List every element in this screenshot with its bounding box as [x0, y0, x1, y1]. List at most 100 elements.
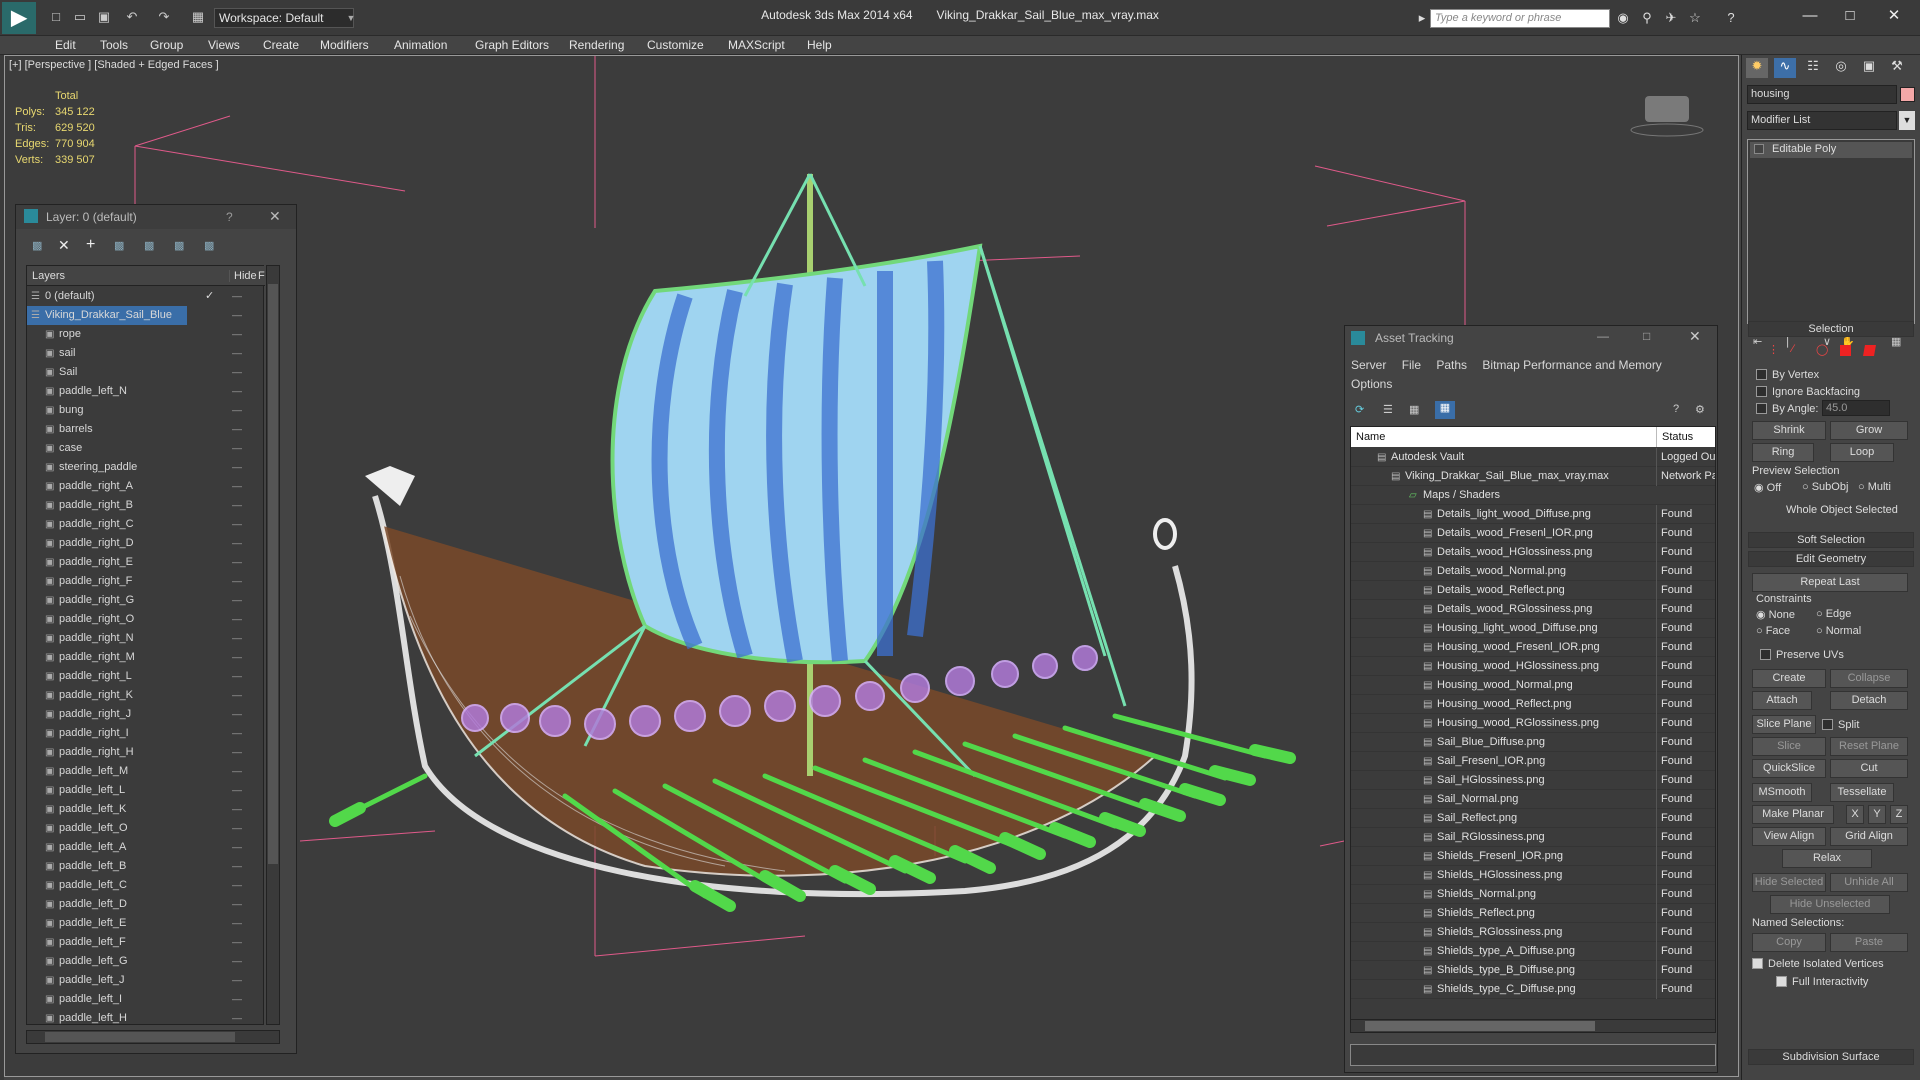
layer-row[interactable]: ▣ paddle_right_F ––	[27, 572, 265, 591]
maximize-icon[interactable]: □	[1643, 329, 1650, 343]
layer-row[interactable]: ▣ Sail ––	[27, 363, 265, 382]
asset-menu-paths[interactable]: Paths	[1436, 358, 1467, 372]
slice-plane-button[interactable]: Slice Plane	[1752, 715, 1816, 734]
asset-row[interactable]: ▤ Sail_Reflect.png Found	[1351, 809, 1715, 828]
layer-row[interactable]: ▣ paddle_right_O ––	[27, 610, 265, 629]
add-to-layer-icon[interactable]: +	[86, 236, 95, 254]
edge-level-icon[interactable]: ∕	[1792, 343, 1794, 355]
stack-item-editable-poly[interactable]: Editable Poly	[1750, 142, 1912, 158]
layer-row[interactable]: ▣ paddle_left_H ––	[27, 1009, 265, 1028]
asset-row[interactable]: ▤ Housing_wood_Normal.png Found	[1351, 676, 1715, 695]
layer-row[interactable]: ▣ paddle_right_G ––	[27, 591, 265, 610]
copy-button[interactable]: Copy	[1752, 933, 1826, 952]
asset-row[interactable]: ▤ Details_wood_HGlossiness.png Found	[1351, 543, 1715, 562]
layer-row[interactable]: ▣ sail ––	[27, 344, 265, 363]
hide-toggle[interactable]: ––	[232, 743, 242, 762]
menu-help[interactable]: Help	[807, 38, 832, 52]
vertex-level-icon[interactable]: ⋮	[1768, 343, 1779, 356]
select-objects-icon[interactable]: ▩	[114, 239, 124, 252]
layer-scroll-thumb[interactable]	[268, 284, 278, 864]
create-layer-icon[interactable]: ▩	[32, 239, 42, 252]
create-button[interactable]: Create	[1752, 669, 1826, 688]
communication-icon[interactable]: ✈	[1662, 10, 1680, 26]
hierarchy-tab-icon[interactable]: ☷	[1802, 58, 1824, 78]
cut-button[interactable]: Cut	[1830, 759, 1908, 778]
viewport-label[interactable]: [+] [Perspective ] [Shaded + Edged Faces…	[9, 59, 219, 71]
search-expand-icon[interactable]: ▸	[1413, 10, 1431, 26]
menu-graph-editors[interactable]: Graph Editors	[475, 38, 549, 52]
asset-row[interactable]: ▤ Housing_light_wood_Diffuse.png Found	[1351, 619, 1715, 638]
layer-row[interactable]: ▣ bung ––	[27, 401, 265, 420]
grow-button[interactable]: Grow	[1830, 421, 1908, 440]
help-icon[interactable]: ?	[1722, 10, 1740, 26]
open-file-icon[interactable]: ▭	[72, 10, 88, 24]
angle-spinner[interactable]: 45.0	[1822, 400, 1890, 416]
asset-table[interactable]: Name Status ▤ Autodesk Vault Logged Out ▤ Vi…	[1350, 426, 1716, 1033]
selection-rollout-header[interactable]: Selection	[1748, 321, 1914, 337]
menu-modifiers[interactable]: Modifiers	[320, 38, 369, 52]
keyword-search-input[interactable]: Type a keyword or phrase	[1430, 9, 1610, 28]
planar-x-button[interactable]: X	[1846, 805, 1864, 824]
layer-row-selected[interactable]: ☰ Viking_Drakkar_Sail_Blue ––	[27, 306, 242, 325]
soft-selection-rollout-header[interactable]: Soft Selection	[1748, 532, 1914, 548]
asset-row[interactable]: ▤ Sail_RGlossiness.png Found	[1351, 828, 1715, 847]
hide-toggle[interactable]: ––	[232, 458, 242, 477]
asset-row[interactable]: ▤ Housing_wood_RGlossiness.png Found	[1351, 714, 1715, 733]
layer-row[interactable]: ▣ paddle_right_M ––	[27, 648, 265, 667]
hide-toggle[interactable]: ––	[232, 800, 242, 819]
asset-row[interactable]: ▤ Sail_Normal.png Found	[1351, 790, 1715, 809]
motion-tab-icon[interactable]: ◎	[1830, 58, 1852, 78]
border-level-icon[interactable]: ◯	[1816, 343, 1828, 356]
freeze-all-icon[interactable]: ▩	[204, 239, 214, 252]
menu-views[interactable]: Views	[208, 38, 240, 52]
column-hide[interactable]: Hide	[229, 270, 257, 282]
hide-toggle[interactable]: ––	[232, 971, 242, 990]
new-file-icon[interactable]: □	[48, 10, 64, 24]
hide-toggle[interactable]: ––	[232, 477, 242, 496]
layer-row[interactable]: ▣ paddle_left_O ––	[27, 819, 265, 838]
asset-row[interactable]: ▤ Details_wood_Fresenl_IOR.png Found	[1351, 524, 1715, 543]
hide-toggle[interactable]: ––	[232, 591, 242, 610]
layer-panel-titlebar[interactable]: Layer: 0 (default) ? ✕	[16, 205, 296, 229]
hide-toggle[interactable]: ––	[232, 857, 242, 876]
layer-row[interactable]: ▣ paddle_right_K ––	[27, 686, 265, 705]
asset-menu-bitmap[interactable]: Bitmap Performance and Memory	[1482, 358, 1661, 372]
hide-toggle[interactable]: ––	[232, 648, 242, 667]
asset-menu-server[interactable]: Server	[1351, 358, 1386, 372]
hide-toggle[interactable]: ––	[232, 306, 242, 325]
by-vertex-checkbox[interactable]	[1756, 369, 1767, 380]
stack-toggle-icon[interactable]	[1754, 144, 1764, 154]
layer-row[interactable]: ▣ paddle_right_I ––	[27, 724, 265, 743]
layer-row[interactable]: ▣ steering_paddle ––	[27, 458, 265, 477]
maximize-icon[interactable]: □	[1830, 4, 1870, 28]
list-view-icon[interactable]: ☰	[1383, 403, 1393, 416]
workspace-dropdown[interactable]: Workspace: Default	[214, 8, 354, 28]
hide-toggle[interactable]: ––	[232, 287, 242, 306]
menu-animation[interactable]: Animation	[394, 38, 447, 52]
hide-toggle[interactable]: ––	[232, 1009, 242, 1028]
display-tab-icon[interactable]: ▣	[1858, 58, 1880, 78]
asset-row[interactable]: ▤ Housing_wood_Fresenl_IOR.png Found	[1351, 638, 1715, 657]
shrink-button[interactable]: Shrink	[1752, 421, 1826, 440]
asset-panel-titlebar[interactable]: Asset Tracking — □ ✕	[1345, 326, 1717, 350]
preserve-uvs-checkbox[interactable]	[1760, 649, 1771, 660]
asset-menu-file[interactable]: File	[1402, 358, 1421, 372]
help-icon[interactable]: ?	[226, 210, 233, 224]
modifier-list-dropdown[interactable]: Modifier List	[1747, 111, 1897, 130]
preview-multi-radio[interactable]: ○ Multi	[1858, 481, 1891, 493]
reset-plane-button[interactable]: Reset Plane	[1830, 737, 1908, 756]
hide-all-icon[interactable]: ▩	[174, 239, 184, 252]
subscription-icon[interactable]: ⚲	[1638, 10, 1656, 26]
layer-row[interactable]: ▣ paddle_right_H ––	[27, 743, 265, 762]
layer-row[interactable]: ☰ 0 (default) –– ✓	[27, 287, 265, 306]
hide-toggle[interactable]: ––	[232, 952, 242, 971]
layer-row[interactable]: ▣ paddle_left_A ––	[27, 838, 265, 857]
ring-button[interactable]: Ring	[1752, 443, 1814, 462]
create-tab-icon[interactable]: ✹	[1746, 58, 1768, 78]
hide-toggle[interactable]: ––	[232, 914, 242, 933]
menu-maxscript[interactable]: MAXScript	[728, 38, 785, 52]
constraint-face-radio[interactable]: ○ Face	[1756, 625, 1790, 637]
table-view-icon[interactable]: ▦	[1435, 401, 1455, 419]
layer-row[interactable]: ▣ paddle_left_C ––	[27, 876, 265, 895]
hide-toggle[interactable]: ––	[232, 686, 242, 705]
